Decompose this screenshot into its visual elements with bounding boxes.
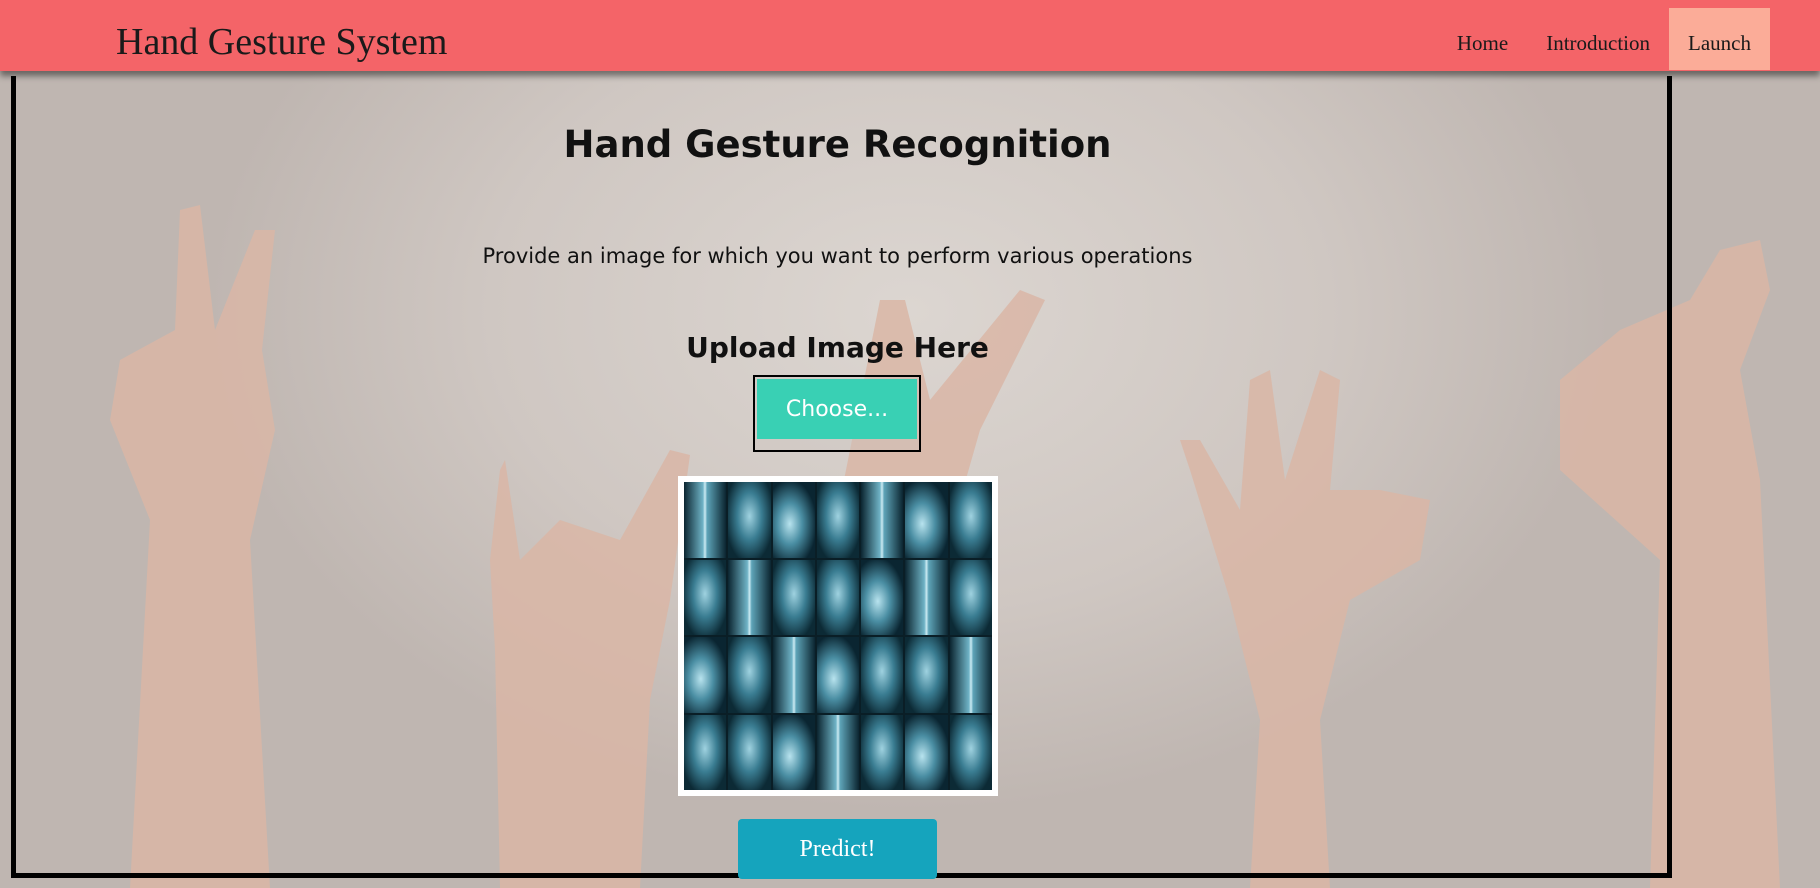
page-title: Hand Gesture Recognition <box>563 123 1112 166</box>
top-navbar: Hand Gesture System Home Introduction La… <box>0 0 1820 71</box>
choose-file-button[interactable]: Choose... <box>757 379 917 439</box>
brand-title[interactable]: Hand Gesture System <box>116 20 447 64</box>
nav-introduction-link[interactable]: Introduction <box>1527 8 1669 70</box>
page-subtitle: Provide an image for which you want to p… <box>482 244 1193 268</box>
xray-collage-image <box>684 482 992 790</box>
nav-home-link[interactable]: Home <box>1438 8 1527 70</box>
main-content: Hand Gesture Recognition Provide an imag… <box>0 0 1820 888</box>
file-input-wrapper: Choose... <box>753 375 921 452</box>
predict-button[interactable]: Predict! <box>738 819 937 879</box>
upload-heading: Upload Image Here <box>686 331 989 364</box>
nav-launch-link[interactable]: Launch <box>1669 8 1770 70</box>
nav-links: Home Introduction Launch <box>1438 8 1770 70</box>
image-preview <box>678 476 998 796</box>
